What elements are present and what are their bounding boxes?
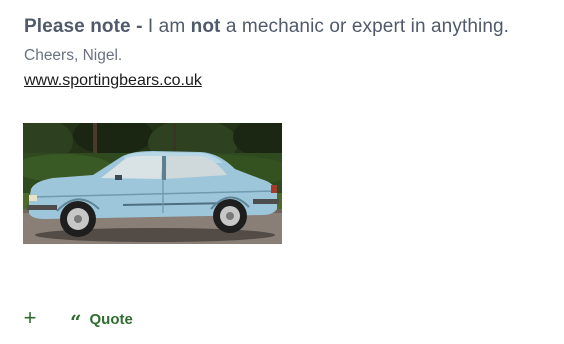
- disclaimer-text-2: a mechanic or expert in anything.: [220, 16, 510, 37]
- disclaimer-label: Please note -: [24, 16, 143, 37]
- disclaimer-text-1: I am: [142, 16, 191, 37]
- signoff-text: Cheers, Nigel.: [24, 47, 123, 64]
- quote-button[interactable]: “ Quote: [70, 310, 133, 334]
- plus-icon[interactable]: +: [20, 307, 40, 331]
- post-signature-area: Please note - I am not a mechanic or exp…: [0, 0, 564, 344]
- disclaimer-emphasis: not: [190, 16, 221, 37]
- website-link[interactable]: www.sportingbears.co.uk: [24, 72, 202, 90]
- quote-marks-icon: “: [70, 310, 82, 334]
- quote-label: Quote: [89, 310, 133, 328]
- disclaimer-line: Please note - I am not a mechanic or exp…: [24, 16, 509, 38]
- car-photo: [23, 123, 282, 244]
- post-actions-bar: + “ Quote: [20, 306, 133, 334]
